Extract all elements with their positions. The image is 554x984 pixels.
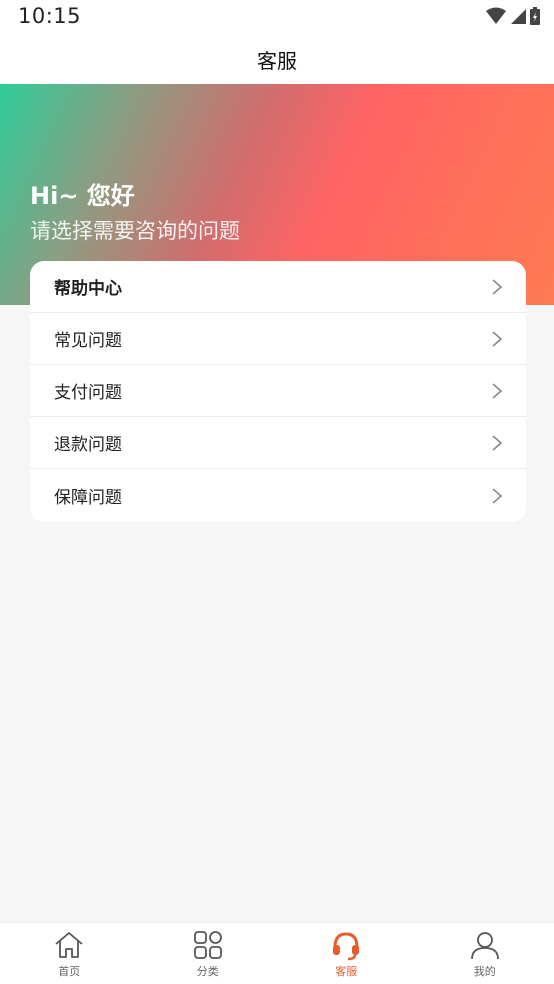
tab-customer-service[interactable]: 客服 xyxy=(277,923,416,984)
help-item-label: 常见问题 xyxy=(54,331,122,351)
tab-label: 我的 xyxy=(473,965,496,978)
user-icon xyxy=(470,932,499,960)
battery-icon xyxy=(530,7,540,25)
tab-category[interactable]: 分类 xyxy=(139,923,278,984)
help-item-label: 退款问题 xyxy=(54,435,122,455)
nav-bar: 客服 xyxy=(0,34,554,84)
hero-greeting: Hi~ 您好 xyxy=(30,182,135,210)
help-item-payment[interactable]: 支付问题 xyxy=(30,365,526,417)
page-title: 客服 xyxy=(257,48,297,73)
grid-icon xyxy=(193,931,222,959)
tab-home[interactable]: 首页 xyxy=(0,923,139,984)
help-item-label: 保障问题 xyxy=(54,488,122,508)
headset-icon xyxy=(333,932,360,961)
chevron-right-icon xyxy=(492,278,503,295)
tab-label: 首页 xyxy=(58,965,81,978)
help-item-faq[interactable]: 常见问题 xyxy=(30,313,526,365)
help-item-label: 支付问题 xyxy=(54,383,122,403)
hero-subtitle: 请选择需要咨询的问题 xyxy=(30,219,240,243)
chevron-right-icon xyxy=(492,434,503,451)
help-center-header[interactable]: 帮助中心 xyxy=(30,261,526,313)
help-item-guarantee[interactable]: 保障问题 xyxy=(30,469,526,522)
status-icons xyxy=(486,6,540,26)
status-time: 10:15 xyxy=(18,4,82,28)
help-item-refund[interactable]: 退款问题 xyxy=(30,417,526,469)
tab-label: 分类 xyxy=(196,965,219,978)
status-bar: 10:15 xyxy=(0,0,554,34)
chevron-right-icon xyxy=(492,487,503,504)
home-icon xyxy=(55,932,83,958)
chevron-right-icon xyxy=(492,382,503,399)
bottom-tab-bar: 首页 分类 客服 我的 xyxy=(0,922,554,984)
help-center-card: 帮助中心 常见问题 支付问题 退款问题 保障问题 xyxy=(30,261,526,522)
signal-icon xyxy=(511,9,526,24)
help-center-title: 帮助中心 xyxy=(54,279,122,299)
tab-profile[interactable]: 我的 xyxy=(416,923,554,984)
tab-label: 客服 xyxy=(335,965,358,978)
chevron-right-icon xyxy=(492,330,503,347)
wifi-icon xyxy=(486,7,506,24)
